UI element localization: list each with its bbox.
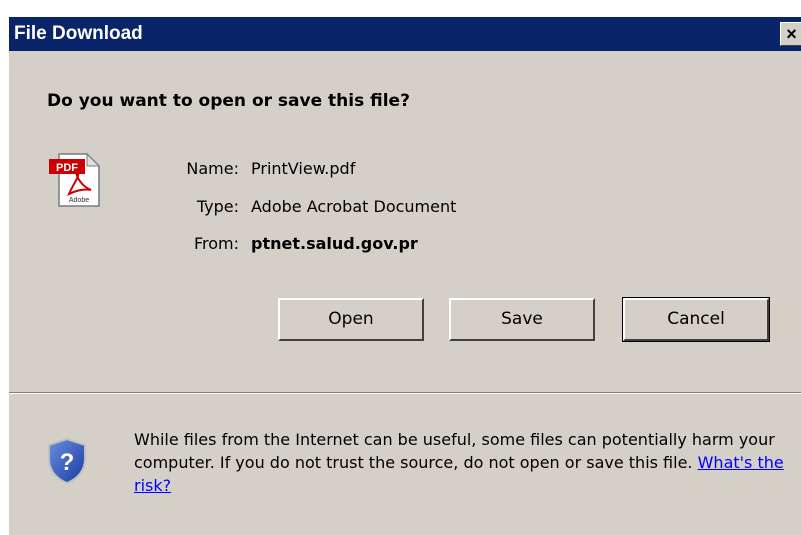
title-bar[interactable]: File Download × — [9, 17, 801, 51]
name-label: Name: — [186, 159, 239, 178]
name-value-cell: PrintView.pdf — [251, 158, 751, 180]
type-label-cell: Type: — [109, 196, 239, 218]
pdf-badge-text: PDF — [56, 162, 78, 174]
close-button[interactable]: × — [780, 22, 801, 46]
file-download-dialog: File Download × Do you want to open or s… — [8, 17, 801, 535]
from-label-cell: From: — [109, 233, 239, 255]
pdf-brand-text: Adobe — [69, 197, 89, 204]
warning-text: While files from the Internet can be use… — [134, 430, 775, 472]
pdf-file-icon: PDF Adobe — [49, 152, 101, 207]
open-button[interactable]: Open — [278, 298, 424, 341]
window-title: File Download — [14, 23, 143, 44]
security-shield-question-icon: ? — [48, 437, 86, 485]
from-value-cell: ptnet.salud.gov.pr — [251, 233, 751, 255]
name-label-cell: Name: — [109, 158, 239, 180]
file-name-value: PrintView.pdf — [251, 159, 356, 178]
section-divider-highlight — [9, 393, 801, 394]
cancel-button[interactable]: Cancel — [622, 297, 770, 342]
type-value-cell: Adobe Acrobat Document — [251, 196, 751, 218]
svg-text:?: ? — [60, 449, 75, 476]
file-source-value: ptnet.salud.gov.pr — [251, 234, 418, 253]
security-warning: While files from the Internet can be use… — [134, 428, 794, 497]
dialog-question: Do you want to open or save this file? — [47, 91, 410, 111]
from-label: From: — [193, 234, 239, 253]
type-label: Type: — [196, 197, 239, 216]
save-button[interactable]: Save — [449, 298, 595, 341]
file-type-value: Adobe Acrobat Document — [251, 197, 457, 216]
close-icon: × — [786, 24, 797, 44]
